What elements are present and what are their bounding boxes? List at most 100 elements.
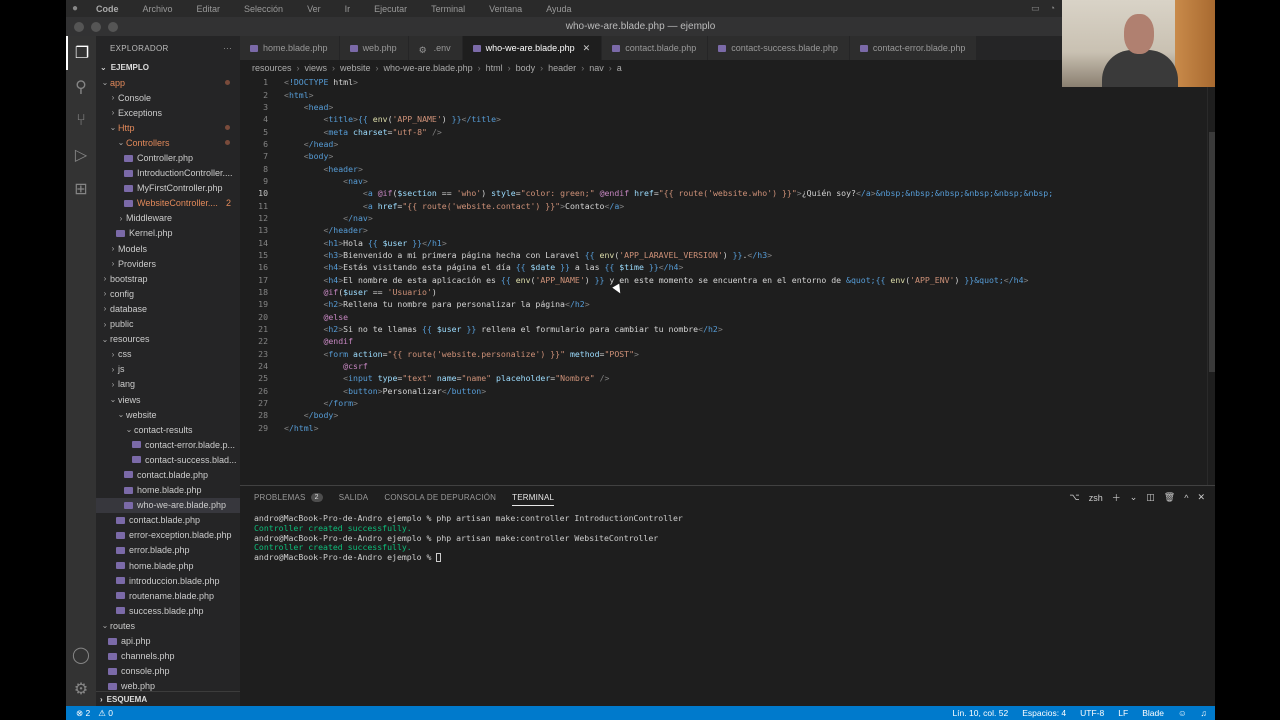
tree-folder[interactable]: › config <box>96 286 240 301</box>
tree-file[interactable]: home.blade.php <box>96 558 240 573</box>
menu-item-ejecutar[interactable]: Ejecutar <box>362 4 419 14</box>
indentation[interactable]: Espacios: 4 <box>1022 708 1066 718</box>
breadcrumb-item[interactable]: views <box>305 63 328 73</box>
close-icon[interactable]: ✕ <box>583 43 591 54</box>
code-line[interactable]: 4 <title>{{ env('APP_NAME') }}</title> <box>240 113 1215 125</box>
traffic-lights[interactable] <box>74 22 118 32</box>
menu-item-ir[interactable]: Ir <box>333 4 363 14</box>
trash-icon[interactable]: 🗑 <box>1164 492 1175 503</box>
tree-folder[interactable]: › Middleware <box>96 211 240 226</box>
cursor-position[interactable]: Lín. 10, col. 52 <box>952 708 1008 718</box>
tree-folder[interactable]: › public <box>96 317 240 332</box>
code-line[interactable]: 25 <input type="text" name="name" placeh… <box>240 372 1215 384</box>
panel-tab-terminal[interactable]: TERMINAL <box>512 493 555 506</box>
code-line[interactable]: 6 </head> <box>240 138 1215 150</box>
tree-folder[interactable]: ⌄ Controllers <box>96 135 240 150</box>
tree-folder[interactable]: › js <box>96 362 240 377</box>
breadcrumb-item[interactable]: who-we-are.blade.php <box>384 63 473 73</box>
breadcrumb-item[interactable]: resources <box>252 63 292 73</box>
tree-folder[interactable]: › lang <box>96 377 240 392</box>
feedback-icon[interactable]: ☺ <box>1178 708 1187 718</box>
code-line[interactable]: 24 @csrf <box>240 360 1215 372</box>
code-line[interactable]: 14 <h1>Hola {{ $user }}</h1> <box>240 236 1215 248</box>
terminal-output[interactable]: andro@MacBook-Pro-de-Andro ejemplo % php… <box>240 509 1215 563</box>
tree-file[interactable]: IntroductionController.... <box>96 166 240 181</box>
breadcrumb-item[interactable]: html <box>486 63 503 73</box>
run-debug-icon[interactable]: ▷ <box>66 138 96 172</box>
code-line[interactable]: 7 <body> <box>240 150 1215 162</box>
chevron-down-icon[interactable]: ⌄ <box>1130 492 1138 503</box>
breadcrumb-item[interactable]: header <box>548 63 576 73</box>
panel-tab-consola-de-depuración[interactable]: CONSOLA DE DEPURACIÓN <box>384 493 496 502</box>
end-of-line[interactable]: LF <box>1118 708 1128 718</box>
code-editor[interactable]: 1 <!DOCTYPE html> 2 <html> 3 <head> 4 <title>… <box>240 76 1215 485</box>
code-line[interactable]: 3 <head> <box>240 101 1215 113</box>
code-line[interactable]: 13 </header> <box>240 224 1215 236</box>
maximize-window-icon[interactable] <box>108 22 118 32</box>
code-line[interactable]: 16 <h4>Estás visitando esta página el dí… <box>240 261 1215 273</box>
menu-item-terminal[interactable]: Terminal <box>419 4 477 14</box>
code-line[interactable]: 12 </nav> <box>240 212 1215 224</box>
tree-folder[interactable]: ⌄ website <box>96 407 240 422</box>
warnings-count[interactable]: ⚠ 0 <box>98 708 113 719</box>
tree-folder[interactable]: › Providers <box>96 256 240 271</box>
account-icon[interactable]: ◯ <box>66 638 96 672</box>
tree-file[interactable]: MyFirstController.php <box>96 181 240 196</box>
project-section[interactable]: ⌄ EJEMPLO <box>96 60 240 75</box>
tree-file[interactable]: contact.blade.php <box>96 513 240 528</box>
tree-folder[interactable]: › database <box>96 301 240 316</box>
tree-file[interactable]: channels.php <box>96 649 240 664</box>
code-line[interactable]: 10 <a @if($section == 'who') style="colo… <box>240 187 1215 199</box>
apple-icon[interactable]: ● <box>66 3 84 14</box>
code-line[interactable]: 22 @endif <box>240 335 1215 347</box>
code-line[interactable]: 28 </body> <box>240 409 1215 421</box>
language-mode[interactable]: Blade <box>1142 708 1164 718</box>
breadcrumb-item[interactable]: nav <box>589 63 604 73</box>
tree-file[interactable]: contact-error.blade.p... <box>96 437 240 452</box>
code-line[interactable]: 27 </form> <box>240 397 1215 409</box>
code-line[interactable]: 23 <form action="{{ route('website.perso… <box>240 348 1215 360</box>
tree-folder[interactable]: ⌄ routes <box>96 618 240 633</box>
gear-icon[interactable]: ⚙ <box>66 672 96 706</box>
tree-folder[interactable]: ⌄ app <box>96 75 240 90</box>
minimize-window-icon[interactable] <box>91 22 101 32</box>
tree-folder[interactable]: ⌄ resources <box>96 332 240 347</box>
code-line[interactable]: 17 <h4>El nombre de esta aplicación es {… <box>240 274 1215 286</box>
extensions-icon[interactable]: ⊞ <box>66 172 96 206</box>
terminal-shell-icon[interactable]: ⌥ <box>1069 492 1079 503</box>
tab-contact-success-blade-php[interactable]: contact-success.blade.php <box>708 36 850 60</box>
tree-folder[interactable]: › Console <box>96 90 240 105</box>
tree-file[interactable]: WebsiteController.... 2 <box>96 196 240 211</box>
tree-file[interactable]: Controller.php <box>96 150 240 165</box>
menu-item-archivo[interactable]: Archivo <box>131 4 185 14</box>
tab-home-blade-php[interactable]: home.blade.php <box>240 36 340 60</box>
code-line[interactable]: 18 @if($user == 'Usuario') <box>240 286 1215 298</box>
tree-file[interactable]: contact.blade.php <box>96 467 240 482</box>
tab-web-php[interactable]: web.php <box>339 36 409 60</box>
code-line[interactable]: 21 <h2>Si no te llamas {{ $user }} relle… <box>240 323 1215 335</box>
tree-file[interactable]: api.php <box>96 633 240 648</box>
menu-item-ventana[interactable]: Ventana <box>477 4 534 14</box>
tree-file[interactable]: success.blade.php <box>96 603 240 618</box>
code-line[interactable]: 15 <h3>Bienvenido a mi primera página he… <box>240 249 1215 261</box>
code-line[interactable]: 11 <a href="{{ route('website.contact') … <box>240 199 1215 211</box>
tree-folder[interactable]: ⌄ contact-results <box>96 422 240 437</box>
tree-file[interactable]: routename.blade.php <box>96 588 240 603</box>
tree-folder[interactable]: › css <box>96 347 240 362</box>
terminal-shell-label[interactable]: zsh <box>1089 493 1103 503</box>
menu-item-ayuda[interactable]: Ayuda <box>534 4 583 14</box>
close-panel-icon[interactable]: ✕ <box>1197 492 1205 503</box>
code-line[interactable]: 9 <nav> <box>240 175 1215 187</box>
tree-file[interactable]: console.php <box>96 664 240 679</box>
tree-folder[interactable]: › bootstrap <box>96 271 240 286</box>
tree-folder[interactable]: › Models <box>96 241 240 256</box>
editor-scrollbar[interactable] <box>1207 76 1215 485</box>
breadcrumb-item[interactable]: body <box>516 63 536 73</box>
outline-section[interactable]: › ESQUEMA <box>96 691 240 706</box>
breadcrumb-item[interactable]: a <box>617 63 622 73</box>
tab--env[interactable]: ⚙ .env <box>408 36 463 60</box>
menu-item-editar[interactable]: Editar <box>185 4 233 14</box>
tree-file[interactable]: introduccion.blade.php <box>96 573 240 588</box>
code-line[interactable]: 8 <header> <box>240 162 1215 174</box>
tree-file[interactable]: error.blade.php <box>96 543 240 558</box>
